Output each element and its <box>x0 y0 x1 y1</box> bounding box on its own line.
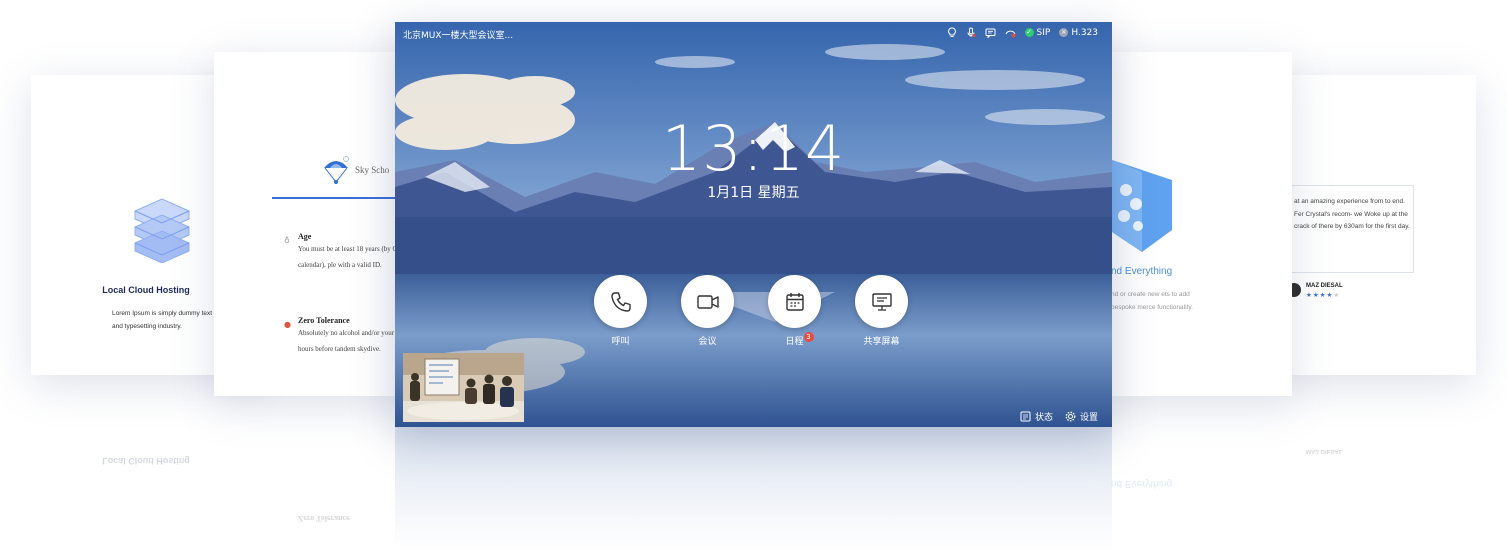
age-icon: ♁ <box>284 236 290 245</box>
schedule-button[interactable]: 日程 3 <box>768 275 821 347</box>
card-title: nd Everything <box>1111 266 1173 277</box>
microphone-muted-icon <box>966 27 976 38</box>
share-screen-circle[interactable] <box>855 275 908 328</box>
author-name: MAZ DIESAL <box>1306 283 1343 289</box>
meeting-circle[interactable] <box>681 275 734 328</box>
call-circle[interactable] <box>594 275 647 328</box>
schedule-circle[interactable] <box>768 275 821 328</box>
card-body: nd or create new ets to add bespoke merc… <box>1111 291 1193 311</box>
room-name: 北京MUX一楼大型会议室... <box>403 31 514 41</box>
near-right-card: nd Everything nd or create new ets to ad… <box>1106 52 1292 396</box>
settings-label: 设置 <box>1079 413 1098 423</box>
footer-controls: 状态 设置 <box>1020 410 1098 423</box>
puzzle-hexagon-icon <box>1106 160 1176 256</box>
far-right-reflection: MAZ DIESAL <box>1280 376 1476 536</box>
clock-date: 1月1日 星期五 <box>707 185 800 201</box>
section-title: Age <box>298 232 312 241</box>
near-left-reflection: Zero Tolerance <box>214 398 409 538</box>
parachute-icon <box>322 156 350 190</box>
message-icon <box>985 28 996 38</box>
status-label: 状态 <box>1034 413 1053 423</box>
age-section: Age You must be at least 18 years (by Gr… <box>298 232 409 273</box>
near-left-card: Sky Scho ♁ Age You must be at least 18 y… <box>214 52 409 396</box>
call-button[interactable]: 呼叫 <box>594 275 647 347</box>
section-text: You must be at least 18 years (by Gregor… <box>298 245 409 269</box>
clock-time: 13:14 <box>661 112 846 185</box>
close-icon: × <box>1059 28 1069 37</box>
h323-label: H.323 <box>1071 27 1098 38</box>
near-right-reflection: nd Everything <box>1106 398 1292 538</box>
video-camera-icon <box>696 294 719 309</box>
section-text: Absolutely no alcohol and/or your system… <box>298 329 409 353</box>
status-indicators: ✓ SIP × H.323 <box>947 27 1098 38</box>
far-left-reflection: Local Cloud Hosting <box>31 376 261 536</box>
rating-filled: ★★★★ <box>1306 291 1334 299</box>
zero-tolerance-section: Zero Tolerance Absolutely no alcohol and… <box>298 316 409 357</box>
meeting-button[interactable]: 会议 <box>681 275 734 347</box>
h323-status: × H.323 <box>1059 28 1098 38</box>
share-screen-label: 共享屏幕 <box>863 337 900 347</box>
status-bar: 北京MUX一楼大型会议室... ✓ SIP × H.323 <box>395 22 1112 46</box>
rating-empty: ★ <box>1333 291 1341 299</box>
bulb-icon <box>947 27 957 38</box>
reflection-title: Local Cloud Hosting <box>102 456 190 466</box>
gear-icon <box>1065 411 1076 422</box>
reflection-title: Zero Tolerance <box>298 514 350 523</box>
status-button[interactable]: 状态 <box>1020 410 1053 423</box>
phone-icon <box>610 291 631 312</box>
sip-label: SIP <box>1036 27 1051 38</box>
call-label: 呼叫 <box>611 337 630 347</box>
reflection-title: nd Everything <box>1111 478 1173 489</box>
section-title: Zero Tolerance <box>298 316 350 325</box>
status-icon <box>1020 411 1031 422</box>
settings-button[interactable]: 设置 <box>1065 410 1098 423</box>
screen-share-icon <box>871 292 892 311</box>
network-icon <box>1005 28 1016 38</box>
notification-badge: 3 <box>803 332 814 342</box>
reflection-author: MAZ DIESAL <box>1306 448 1343 454</box>
schedule-label: 日程 3 <box>785 332 814 347</box>
conference-screen: 北京MUX一楼大型会议室... ✓ SIP × H.323 13:14 1月1日 星… <box>395 22 1112 427</box>
action-buttons: 呼叫 会议 日程 3 共享屏幕 <box>594 275 908 347</box>
calendar-icon <box>785 292 804 311</box>
screen-reflection <box>395 427 1112 551</box>
testimonial-box: at an amazing experience from to end. Fe… <box>1280 185 1414 273</box>
tab-underline <box>272 197 409 199</box>
share-screen-button[interactable]: 共享屏幕 <box>855 275 908 347</box>
cloud-server-icon <box>131 193 193 267</box>
drop-icon: ● <box>284 320 291 329</box>
rating-stars: ★★★★★ <box>1306 291 1340 299</box>
schedule-label-text: 日程 <box>785 337 804 347</box>
self-view-video[interactable] <box>403 353 524 422</box>
sip-status: ✓ SIP <box>1024 27 1051 38</box>
meeting-label: 会议 <box>698 337 717 347</box>
check-icon: ✓ <box>1024 28 1034 37</box>
far-right-card: at an amazing experience from to end. Fe… <box>1280 75 1476 375</box>
meeting-room-thumbnail <box>403 353 524 422</box>
testimonial-text: at an amazing experience from to end. Fe… <box>1294 198 1410 230</box>
brand-name: Sky Scho <box>355 165 390 175</box>
